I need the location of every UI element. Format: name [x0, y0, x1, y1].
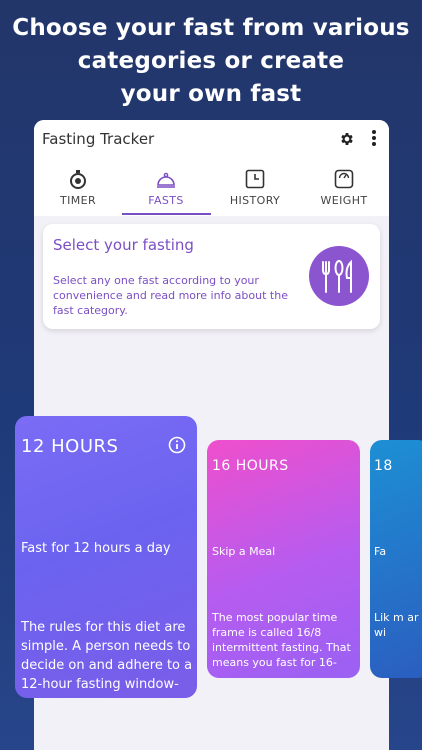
headline: Choose your fast from various categories… [0, 12, 422, 111]
headline-line-2: categories or create [77, 48, 345, 74]
tab-history[interactable]: HISTORY [211, 168, 299, 214]
fast-card-description: The rules for this diet are simple. A pe… [21, 620, 193, 692]
clock-icon [245, 169, 265, 189]
app-title: Fasting Tracker [42, 130, 155, 148]
tab-label: FASTS [148, 194, 184, 207]
tab-label: TIMER [59, 194, 97, 207]
tab-label: WEIGHT [320, 194, 368, 207]
gear-icon[interactable] [339, 131, 355, 147]
scale-icon [334, 169, 354, 189]
select-fasting-card: Select your fasting Select any one fast … [43, 224, 380, 329]
headline-line-1: Choose your fast from various [12, 15, 410, 41]
cutlery-icon [309, 246, 369, 306]
fast-card-description: The most popular time frame is called 16… [212, 611, 351, 669]
fast-card-hours: 18 [374, 458, 393, 474]
fast-card-hours: 12 HOURS [21, 436, 119, 457]
tab-timer[interactable]: TIMER [34, 168, 122, 214]
fast-card-description: Lik m ar wi [374, 611, 419, 639]
info-icon[interactable] [168, 436, 186, 454]
tab-label: HISTORY [229, 194, 281, 207]
select-fasting-title: Select your fasting [53, 236, 194, 254]
stopwatch-icon [70, 170, 86, 189]
cloche-icon [157, 172, 175, 188]
fast-card-hours: 16 HOURS [212, 458, 289, 474]
active-tab-indicator [122, 213, 211, 215]
fast-card-16-hours[interactable]: 16 HOURS Skip a Meal The most popular ti… [207, 440, 360, 678]
fast-card-subtitle: Fa [374, 545, 387, 558]
fast-card-18-hours[interactable]: 18 Fa Lik m ar wi [370, 440, 422, 678]
fast-card-subtitle: Fast for 12 hours a day [21, 541, 171, 556]
tab-fasts[interactable]: FASTS [122, 168, 210, 214]
tab-weight[interactable]: WEIGHT [300, 168, 388, 214]
fast-card-subtitle: Skip a Meal [212, 545, 276, 558]
more-options-icon[interactable] [369, 129, 379, 149]
headline-line-3: your own fast [120, 81, 302, 107]
select-fasting-description: Select any one fast according to your co… [53, 274, 288, 317]
app-bar: Fasting Tracker TIMER FASTS HISTORY WEIG… [34, 120, 389, 216]
tab-bar: TIMER FASTS HISTORY WEIGHT [34, 168, 389, 216]
fast-card-12-hours[interactable]: 12 HOURS Fast for 12 hours a day The rul… [15, 416, 197, 698]
